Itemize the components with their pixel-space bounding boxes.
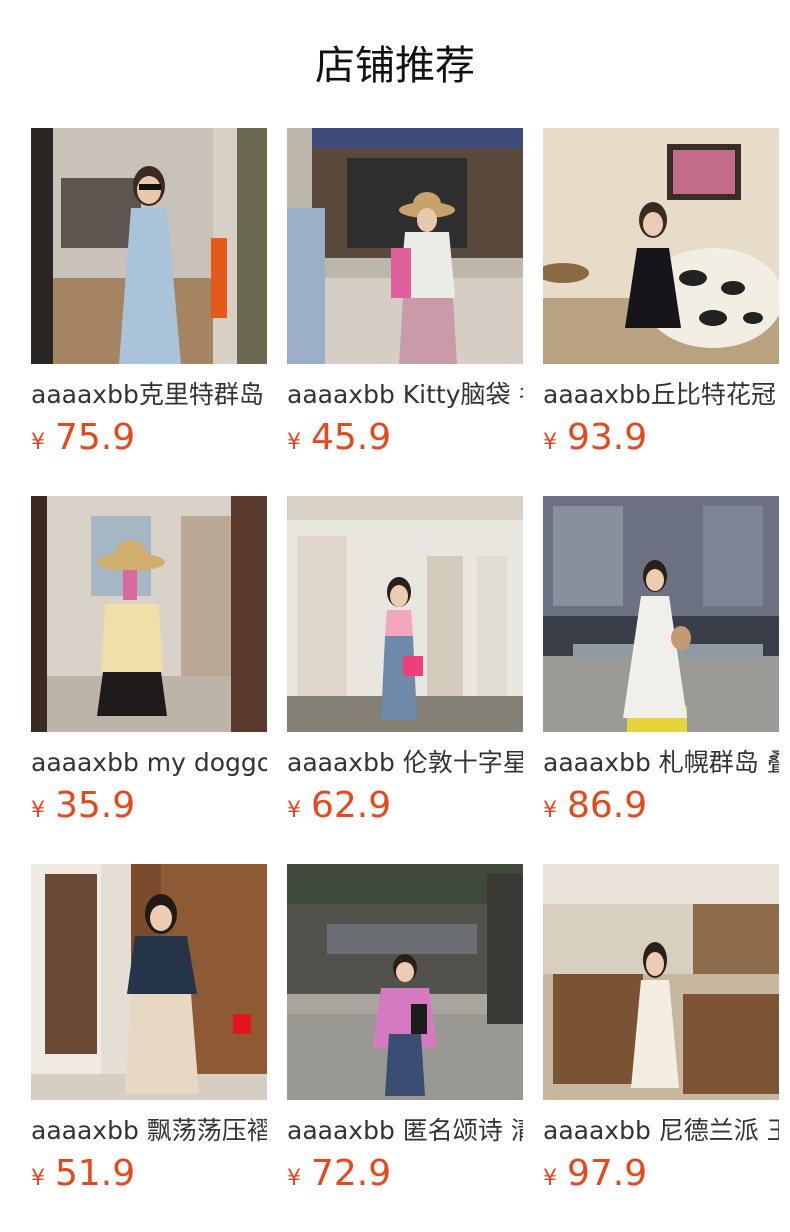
- currency-symbol: ¥: [543, 430, 557, 455]
- product-grid: aaaaxbb克里特群岛 ¥75.9 aaaaxbb Kitty脑袋 名 ¥ 4…: [31, 128, 779, 1200]
- product-name[interactable]: aaaaxbb my doggo: [31, 746, 267, 780]
- product-image[interactable]: [543, 864, 779, 1100]
- product-card[interactable]: aaaaxbb 飘荡荡压褶 ¥51.9: [31, 864, 267, 1200]
- product-price: ¥45.9: [287, 416, 523, 460]
- product-price: ¥51.9: [31, 1152, 267, 1196]
- currency-symbol: ¥: [287, 430, 301, 455]
- price-value: 45.9: [311, 417, 392, 458]
- product-photo: [543, 496, 779, 732]
- price-value: 75.9: [55, 417, 136, 458]
- price-value: 97.9: [567, 1153, 648, 1194]
- product-name[interactable]: aaaaxbb Kitty脑袋 名: [287, 378, 523, 412]
- product-price: ¥93.9: [543, 416, 779, 460]
- page-title: 店铺推荐: [315, 43, 475, 89]
- product-photo: [287, 496, 523, 732]
- product-name[interactable]: aaaaxbb 尼德兰派 王: [543, 1114, 779, 1148]
- product-image[interactable]: [287, 496, 523, 732]
- price-value: 93.9: [567, 417, 648, 458]
- product-photo: [287, 864, 523, 1100]
- product-photo: [287, 128, 523, 364]
- product-name[interactable]: aaaaxbb 匿名颂诗 清: [287, 1114, 523, 1148]
- price-value: 51.9: [55, 1153, 136, 1194]
- product-name[interactable]: aaaaxbb 飘荡荡压褶: [31, 1114, 267, 1148]
- product-image[interactable]: [31, 496, 267, 732]
- product-price: ¥62.9: [287, 784, 523, 828]
- product-name[interactable]: aaaaxbb 伦敦十字星: [287, 746, 523, 780]
- product-image[interactable]: [31, 864, 267, 1100]
- currency-symbol: ¥: [543, 798, 557, 823]
- product-image[interactable]: [287, 128, 523, 364]
- product-photo: [543, 864, 779, 1100]
- product-price: ¥75.9: [31, 416, 267, 460]
- currency-symbol: ¥: [31, 1166, 45, 1191]
- currency-symbol: ¥: [543, 1166, 557, 1191]
- currency-symbol: ¥: [31, 798, 45, 823]
- product-price: ¥97.9: [543, 1152, 779, 1196]
- product-card[interactable]: aaaaxbb 伦敦十字星 ¥62.9: [287, 496, 523, 832]
- product-card[interactable]: aaaaxbb 札幌群岛 叠 ¥86.9: [543, 496, 779, 832]
- product-photo: [31, 128, 267, 364]
- currency-symbol: ¥: [287, 798, 301, 823]
- price-value: 62.9: [311, 785, 392, 826]
- product-price: ¥35.9: [31, 784, 267, 828]
- product-price: ¥86.9: [543, 784, 779, 828]
- product-name[interactable]: aaaaxbb 札幌群岛 叠: [543, 746, 779, 780]
- price-value: 86.9: [567, 785, 648, 826]
- product-photo: [31, 864, 267, 1100]
- product-card[interactable]: aaaaxbb 匿名颂诗 清 ¥72.9: [287, 864, 523, 1200]
- product-photo: [31, 496, 267, 732]
- currency-symbol: ¥: [287, 1166, 301, 1191]
- product-price: ¥72.9: [287, 1152, 523, 1196]
- product-image[interactable]: [287, 864, 523, 1100]
- product-card[interactable]: aaaaxbb克里特群岛 ¥75.9: [31, 128, 267, 464]
- price-value: 35.9: [55, 785, 136, 826]
- product-name[interactable]: aaaaxbb丘比特花冠: [543, 378, 779, 412]
- product-card[interactable]: aaaaxbb Kitty脑袋 名 ¥45.9: [287, 128, 523, 464]
- product-name[interactable]: aaaaxbb克里特群岛: [31, 378, 267, 412]
- price-value: 72.9: [311, 1153, 392, 1194]
- product-card[interactable]: aaaaxbb丘比特花冠 ¥93.9: [543, 128, 779, 464]
- currency-symbol: ¥: [31, 430, 45, 455]
- product-card[interactable]: aaaaxbb 尼德兰派 王 ¥97.9: [543, 864, 779, 1200]
- product-photo: [543, 128, 779, 364]
- product-image[interactable]: [543, 496, 779, 732]
- product-image[interactable]: [31, 128, 267, 364]
- product-image[interactable]: [543, 128, 779, 364]
- product-card[interactable]: aaaaxbb my doggo ¥35.9: [31, 496, 267, 832]
